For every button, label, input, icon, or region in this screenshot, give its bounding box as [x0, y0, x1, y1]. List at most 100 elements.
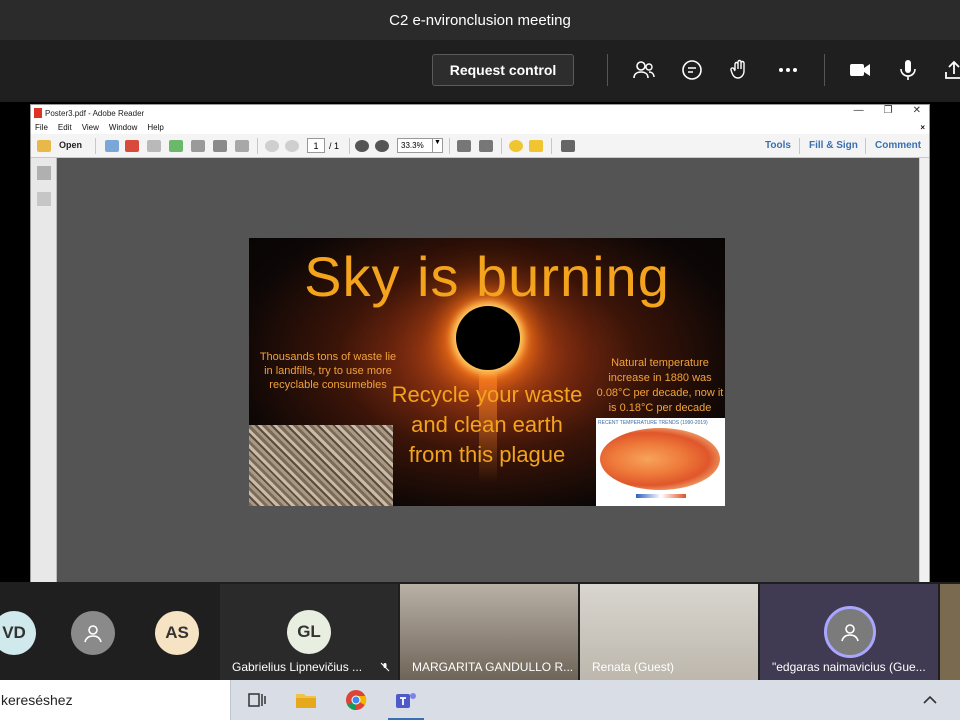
page-thumbnails-icon[interactable]: [37, 166, 51, 180]
participant-avatar: [824, 606, 876, 658]
tools-tab[interactable]: Tools: [765, 140, 791, 151]
save-icon[interactable]: [191, 140, 205, 152]
mic-icon[interactable]: [894, 56, 922, 84]
participant-video-tile[interactable]: [940, 584, 960, 680]
landfill-photo: [249, 425, 393, 506]
fit-width-icon[interactable]: [479, 140, 493, 152]
close-icon[interactable]: ✕: [913, 105, 921, 116]
participant-avatar: GL: [287, 610, 331, 654]
menu-view[interactable]: View: [82, 123, 99, 132]
more-icon[interactable]: [774, 56, 802, 84]
camera-icon[interactable]: [846, 56, 874, 84]
page-total: / 1: [329, 141, 340, 151]
poster-left-text: Thousands tons of waste lie in landfills…: [259, 351, 397, 391]
search-text: kereséshez: [1, 692, 73, 708]
zoom-select[interactable]: 33.3% ▼: [397, 138, 443, 153]
participant-avatar[interactable]: [71, 611, 115, 655]
export-pdf-icon[interactable]: [125, 140, 139, 152]
zoom-in-icon[interactable]: [375, 140, 389, 152]
email-icon[interactable]: [235, 140, 249, 152]
toolbar-divider: [865, 138, 866, 154]
pdf-icon: [34, 108, 42, 118]
eclipse-image: [456, 306, 520, 370]
participant-video-tile[interactable]: Renata (Guest): [580, 584, 758, 680]
participants-strip: VD AS GL Gabrielius Lipnevičius ... MARG…: [0, 582, 960, 680]
task-view-icon[interactable]: [244, 688, 268, 712]
minimize-icon[interactable]: —: [854, 105, 864, 116]
teams-icon[interactable]: [394, 688, 418, 712]
create-pdf-icon[interactable]: [105, 140, 119, 152]
attachments-icon[interactable]: [37, 192, 51, 206]
participant-name: Gabrielius Lipnevičius ...: [232, 660, 363, 674]
expand-icon[interactable]: [561, 140, 575, 152]
meeting-title: C2 e-nvironclusion meeting: [389, 11, 571, 29]
people-icon[interactable]: [630, 56, 658, 84]
participant-tile[interactable]: "edgaras naimavicius (Gue...: [760, 584, 938, 680]
participant-name: MARGARITA GANDULLO R...: [412, 660, 574, 674]
window-controls: — ❐ ✕: [854, 105, 921, 116]
map-caption: RECENT TEMPERATURE TRENDS (1990-2019): [598, 420, 708, 426]
taskbar-search[interactable]: kereséshez: [0, 680, 231, 720]
chat-icon[interactable]: [678, 56, 706, 84]
toolbar-divider: [799, 138, 800, 154]
poster-right-text: Natural temperature increase in 1880 was…: [596, 357, 724, 414]
open-button[interactable]: Open: [59, 140, 82, 150]
participant-avatar[interactable]: AS: [155, 611, 199, 655]
adobe-reader-window: Poster3.pdf - Adobe Reader — ❐ ✕ File Ed…: [30, 104, 930, 584]
chrome-icon[interactable]: [344, 688, 368, 712]
map-globe: [600, 428, 720, 490]
menu-help[interactable]: Help: [147, 123, 163, 132]
chevron-down-icon[interactable]: ▼: [432, 139, 442, 152]
participant-name: Renata (Guest): [592, 660, 675, 674]
open-folder-icon[interactable]: [37, 140, 51, 152]
fill-sign-tab[interactable]: Fill & Sign: [809, 140, 858, 151]
toolbar-divider: [449, 138, 450, 154]
toolbar-divider: [257, 138, 258, 154]
participant-tile[interactable]: GL Gabrielius Lipnevičius ...: [220, 584, 398, 680]
next-page-icon[interactable]: [285, 140, 299, 152]
reader-window-title: Poster3.pdf - Adobe Reader: [45, 108, 145, 118]
teams-meeting-window: C2 e-nvironclusion meeting Request contr…: [0, 0, 960, 720]
comment-bubble-icon[interactable]: [509, 140, 523, 152]
menu-window[interactable]: Window: [109, 123, 137, 132]
navigation-pane: [31, 158, 57, 583]
menu-file[interactable]: File: [35, 123, 48, 132]
previous-page-icon[interactable]: [265, 140, 279, 152]
temperature-map: RECENT TEMPERATURE TRENDS (1990-2019): [596, 418, 725, 506]
reader-toolbar: Open 1 / 1 33.3% ▼ Tools Fill & Sign Com…: [31, 134, 929, 158]
toolbar-divider: [95, 138, 96, 154]
cloud-upload-icon[interactable]: [169, 140, 183, 152]
person-icon: [84, 625, 102, 643]
menu-edit[interactable]: Edit: [58, 123, 72, 132]
highlight-icon[interactable]: [529, 140, 543, 152]
poster-page: Sky is burning Thousands tons of waste l…: [249, 238, 725, 506]
meeting-toolbar: Request control: [0, 40, 960, 102]
document-view: Sky is burning Thousands tons of waste l…: [31, 158, 929, 583]
map-legend: [636, 494, 686, 498]
shared-screen: Poster3.pdf - Adobe Reader — ❐ ✕ File Ed…: [0, 102, 960, 584]
participant-avatar[interactable]: VD: [0, 611, 36, 655]
poster-center-text: Recycle your waste and clean earth from …: [391, 382, 583, 467]
page-number-input[interactable]: 1: [307, 138, 325, 153]
close-document-icon[interactable]: ×: [920, 123, 925, 132]
zoom-out-icon[interactable]: [355, 140, 369, 152]
edit-icon[interactable]: [147, 140, 161, 152]
toolbar-divider: [501, 138, 502, 154]
share-icon[interactable]: [940, 56, 960, 84]
chevron-up-icon[interactable]: [918, 688, 942, 712]
fit-page-icon[interactable]: [457, 140, 471, 152]
reader-title-bar: Poster3.pdf - Adobe Reader — ❐ ✕: [31, 105, 929, 121]
participant-video-tile[interactable]: MARGARITA GANDULLO R...: [400, 584, 578, 680]
restore-icon[interactable]: ❐: [884, 105, 893, 116]
vertical-scrollbar[interactable]: [919, 158, 929, 583]
toolbar-divider: [551, 138, 552, 154]
request-control-button[interactable]: Request control: [432, 54, 574, 86]
raise-hand-icon[interactable]: [726, 56, 754, 84]
reader-menu-bar: File Edit View Window Help ×: [31, 121, 929, 134]
print-icon[interactable]: [213, 140, 227, 152]
participant-name: "edgaras naimavicius (Gue...: [772, 660, 926, 674]
file-explorer-icon[interactable]: [294, 688, 318, 712]
windows-taskbar: kereséshez: [0, 680, 960, 720]
comment-tab[interactable]: Comment: [875, 140, 921, 151]
toolbar-divider: [607, 54, 608, 86]
